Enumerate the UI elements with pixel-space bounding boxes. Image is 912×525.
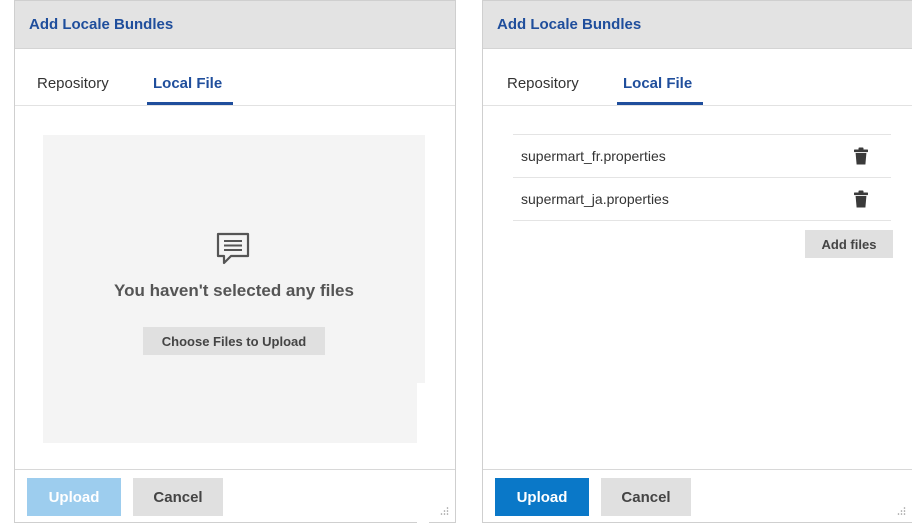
- empty-state-message: You haven't selected any files: [114, 281, 354, 300]
- resize-grip-icon[interactable]: [439, 506, 449, 516]
- add-files-button[interactable]: Add files: [805, 230, 893, 258]
- add-locale-bundles-dialog-files: Add Locale Bundles Repository Local File…: [482, 0, 912, 523]
- add-locale-bundles-dialog-empty: Add Locale Bundles Repository Local File…: [14, 0, 456, 525]
- tab-local-file[interactable]: Local File: [153, 75, 222, 92]
- file-name: supermart_fr.properties: [521, 148, 666, 164]
- dialog-footer: Upload Cancel: [483, 469, 912, 522]
- resize-grip-icon[interactable]: [896, 506, 906, 516]
- file-list: supermart_fr.properties supermart_ja.pro…: [513, 134, 891, 221]
- dialog-titlebar[interactable]: Add Locale Bundles: [15, 1, 455, 49]
- active-tab-indicator: [617, 102, 703, 105]
- trash-icon[interactable]: [853, 190, 869, 208]
- dialog-footer: Upload Cancel: [15, 469, 455, 522]
- dialog-title: Add Locale Bundles: [29, 16, 174, 33]
- list-item: supermart_fr.properties: [513, 134, 891, 177]
- list-item: supermart_ja.properties: [513, 177, 891, 221]
- tab-bar: Repository Local File: [15, 49, 455, 106]
- choose-files-button[interactable]: Choose Files to Upload: [143, 327, 325, 355]
- speech-bubble-icon: [216, 232, 250, 265]
- file-drop-zone[interactable]: You haven't selected any files Choose Fi…: [43, 135, 429, 525]
- dialog-title: Add Locale Bundles: [497, 16, 642, 33]
- upload-button[interactable]: Upload: [495, 478, 589, 516]
- tab-local-file[interactable]: Local File: [623, 75, 692, 92]
- tab-repository[interactable]: Repository: [37, 75, 109, 92]
- file-name: supermart_ja.properties: [521, 191, 669, 207]
- cancel-button[interactable]: Cancel: [133, 478, 223, 516]
- dialog-titlebar[interactable]: Add Locale Bundles: [483, 1, 912, 49]
- cancel-button[interactable]: Cancel: [601, 478, 691, 516]
- tab-repository[interactable]: Repository: [507, 75, 579, 92]
- active-tab-indicator: [147, 102, 233, 105]
- upload-button[interactable]: Upload: [27, 478, 121, 516]
- tab-bar: Repository Local File: [483, 49, 912, 106]
- trash-icon[interactable]: [853, 147, 869, 165]
